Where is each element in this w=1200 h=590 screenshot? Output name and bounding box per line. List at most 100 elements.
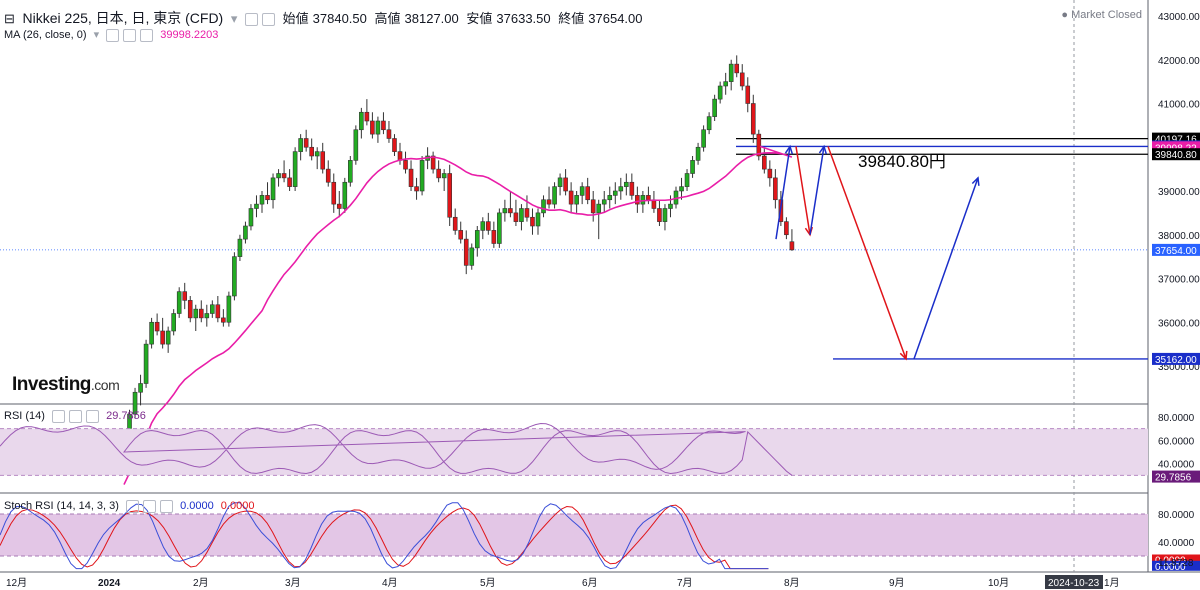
candle-body <box>734 63 740 74</box>
candle-body <box>198 308 204 319</box>
candle-body <box>342 181 348 209</box>
eye-icon[interactable] <box>52 410 66 423</box>
settings-icon[interactable] <box>262 13 276 27</box>
price-tick-label: 42000.00 <box>1158 56 1200 67</box>
candle-body <box>419 160 425 192</box>
open-value: 37840.50 <box>312 11 367 26</box>
stoch-tick-label: 40.0000 <box>1158 538 1195 549</box>
projection-arrow <box>809 146 825 235</box>
candle-body <box>320 151 326 170</box>
time-tick-label: 5月 <box>480 577 496 589</box>
candle-body <box>348 160 353 183</box>
projection-arrow <box>795 146 811 235</box>
stoch-tick-label: 80.0000 <box>1158 510 1195 521</box>
candle-body <box>154 321 160 332</box>
candle-body <box>176 291 182 314</box>
candle-body <box>728 63 734 82</box>
candle-body <box>585 186 590 201</box>
price-tick-label: 36000.00 <box>1158 318 1200 329</box>
candle-body <box>684 173 690 187</box>
candle-body <box>712 98 717 117</box>
stoch-lower-value: 11.8728 <box>1158 558 1194 569</box>
candle-body <box>463 238 469 266</box>
ma-legend: MA (26, close, 0) ▾ 39998.2203 <box>4 28 222 42</box>
settings-icon[interactable] <box>143 500 157 513</box>
close-label: 終値 <box>558 11 585 26</box>
candle-body <box>552 186 557 205</box>
close-value: 37654.00 <box>588 11 643 26</box>
candle-body <box>165 330 171 345</box>
candle-body <box>612 190 618 196</box>
candle-body <box>193 308 199 319</box>
candle-body <box>270 177 276 201</box>
candle-body <box>469 247 475 266</box>
candle-body <box>204 313 210 319</box>
candle-body <box>657 208 662 222</box>
candle-body <box>248 208 254 227</box>
candle-body <box>474 230 480 249</box>
candle-body <box>259 195 265 205</box>
candle-body <box>386 129 392 139</box>
candle-body <box>739 72 745 87</box>
candle-body <box>143 343 149 384</box>
settings-icon[interactable] <box>123 28 137 42</box>
candle-body <box>171 313 176 332</box>
candle-body <box>436 168 441 179</box>
chevron-down-icon[interactable]: ▾ <box>231 11 238 26</box>
close-icon[interactable] <box>140 28 154 42</box>
candle-body <box>773 177 778 201</box>
candle-body <box>331 181 337 205</box>
candle-body <box>546 199 552 205</box>
eye-icon[interactable] <box>126 500 140 513</box>
rsi-tick-label: 60.0000 <box>1158 436 1195 447</box>
candle-body <box>232 256 237 297</box>
symbol-title[interactable]: Nikkei 225, 日本, 日, 東京 (CFD) <box>23 10 224 26</box>
settings-icon[interactable] <box>69 410 83 423</box>
candle-body <box>784 221 789 236</box>
stoch-label[interactable]: Stoch RSI (14, 14, 3, 3) <box>4 500 119 512</box>
candle-body <box>706 116 712 131</box>
candle-body <box>226 295 232 323</box>
candle-body <box>508 208 513 214</box>
collapse-icon[interactable]: ⊟ <box>4 11 15 26</box>
candle-body <box>414 186 419 192</box>
time-tick-label: 8月 <box>784 577 800 589</box>
ma-label[interactable]: MA (26, close, 0) <box>4 29 87 41</box>
time-tick-label: 9月 <box>889 577 905 589</box>
price-tick-label: 41000.00 <box>1158 100 1200 111</box>
candle-body <box>309 146 314 157</box>
candle-body <box>723 81 728 87</box>
eye-icon[interactable] <box>106 28 120 42</box>
candle-body <box>303 138 309 148</box>
candle-body <box>359 111 364 131</box>
candle-body <box>789 241 795 251</box>
market-status: ● Market Closed <box>1061 9 1142 21</box>
close-icon[interactable] <box>86 410 100 423</box>
time-tick-label: 6月 <box>582 577 598 589</box>
candle-body <box>458 230 464 240</box>
candle-body <box>281 173 287 179</box>
price-tick-label: 38000.00 <box>1158 231 1200 242</box>
candle-body <box>563 177 568 192</box>
candle-body <box>149 321 154 345</box>
candle-body <box>646 195 651 201</box>
close-icon[interactable] <box>160 500 174 513</box>
projection-arrow <box>827 146 907 360</box>
candle-body <box>364 111 370 122</box>
candle-body <box>215 304 221 319</box>
candle-body <box>276 173 281 179</box>
market-status-text: Market Closed <box>1071 9 1142 21</box>
ma-value: 39998.2203 <box>160 29 219 41</box>
candle-body <box>298 138 303 152</box>
candle-body <box>767 168 773 179</box>
rsi-label[interactable]: RSI (14) <box>4 410 45 422</box>
chevron-down-icon[interactable]: ▾ <box>94 29 100 41</box>
rsi-legend: RSI (14) 29.7856 <box>4 410 150 423</box>
eye-icon[interactable] <box>245 13 259 27</box>
candle-body <box>502 208 508 214</box>
stoch-band <box>0 514 1148 556</box>
candle-body <box>392 138 397 152</box>
candle-body <box>243 225 248 240</box>
candle-body <box>596 203 602 214</box>
candle-body <box>182 291 188 301</box>
